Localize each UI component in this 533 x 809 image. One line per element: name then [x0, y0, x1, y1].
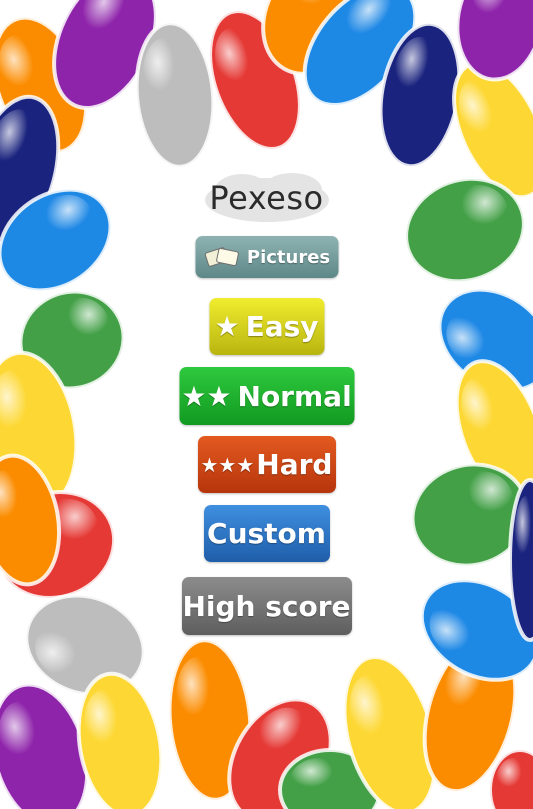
pictures-button[interactable]: Pictures	[195, 236, 338, 278]
high-score-button[interactable]: High score	[181, 577, 352, 635]
title-area: Pexeso	[197, 168, 337, 228]
easy-button-label: Easy	[245, 310, 319, 343]
normal-button[interactable]: ★★ Normal	[179, 367, 354, 425]
hard-button[interactable]: ★★★ Hard	[197, 436, 336, 493]
normal-button-label: Normal	[237, 379, 352, 413]
hard-stars-icon: ★★★	[200, 452, 255, 477]
app-title: Pexeso	[209, 179, 324, 217]
hard-button-label: Hard	[256, 448, 333, 481]
high-score-button-label: High score	[182, 589, 351, 623]
picture-cards-icon	[205, 247, 240, 267]
petal	[134, 21, 216, 169]
pictures-button-label: Pictures	[246, 246, 331, 268]
custom-button[interactable]: Custom	[203, 505, 330, 562]
custom-button-label: Custom	[207, 517, 326, 550]
normal-stars-icon: ★★	[181, 379, 232, 413]
easy-button[interactable]: ★ Easy	[209, 298, 324, 355]
easy-star-icon: ★	[214, 310, 240, 343]
